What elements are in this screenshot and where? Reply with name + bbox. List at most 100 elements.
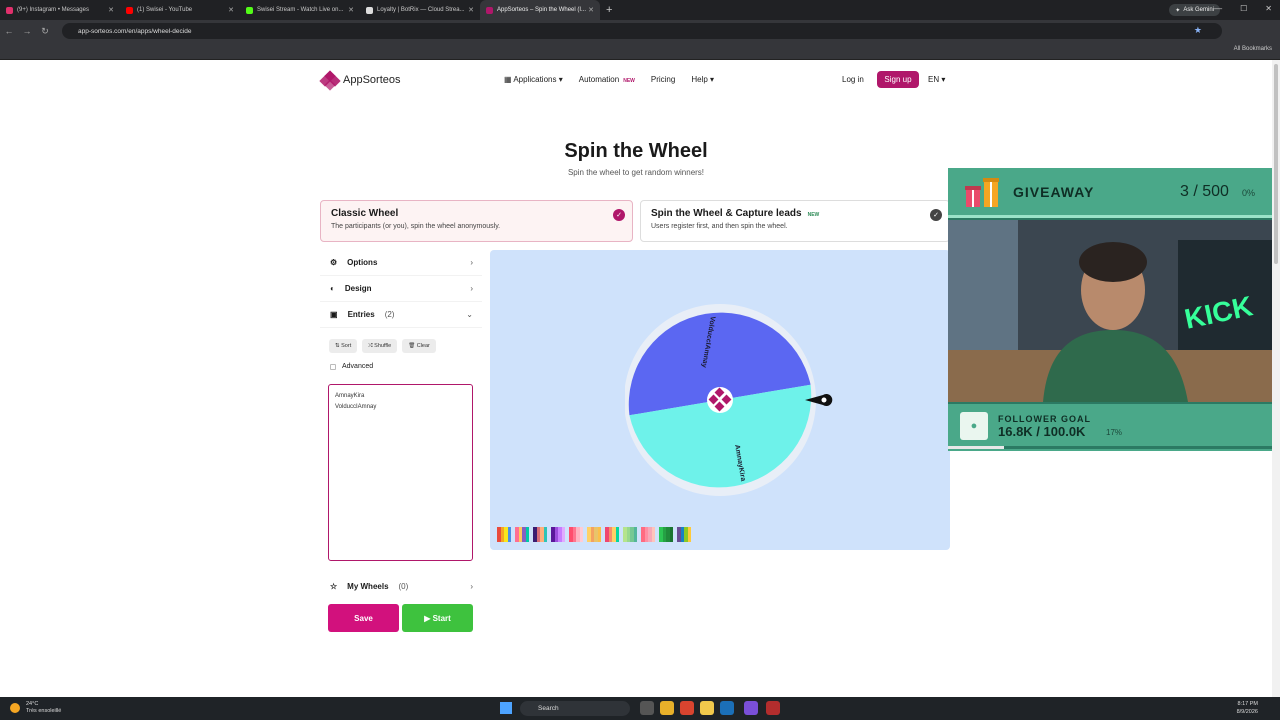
taskbar-search[interactable]: Search: [520, 701, 630, 716]
gemini-icon: ✦: [1175, 7, 1181, 14]
nav-pricing[interactable]: Pricing: [651, 75, 675, 84]
palette-swatch[interactable]: [551, 527, 565, 542]
palette-color: [615, 527, 619, 542]
color-palettes: [497, 527, 691, 542]
logo-icon: [319, 70, 341, 91]
windows-start-icon[interactable]: [500, 702, 512, 714]
tab-close-icon[interactable]: ✕: [468, 6, 474, 14]
close-window-icon[interactable]: ✕: [1265, 4, 1272, 13]
brave-icon[interactable]: [680, 701, 694, 715]
discord-icon[interactable]: [744, 701, 758, 715]
palette-swatch[interactable]: [515, 527, 529, 542]
tab-close-icon[interactable]: ✕: [228, 6, 234, 14]
palette-color: [561, 527, 565, 542]
palette-swatch[interactable]: [497, 527, 511, 542]
accordion-options[interactable]: ⚙ Options ›: [320, 250, 482, 276]
tab-favicon-icon: [246, 6, 253, 14]
tab-favicon-icon: [486, 6, 493, 14]
forward-icon[interactable]: →: [18, 26, 36, 36]
spin-wheel[interactable]: VolduccIAmnay AmnayKira: [625, 302, 835, 498]
palette-icon: ◐: [330, 284, 335, 293]
nav-applications[interactable]: ▦ Applications ▾: [504, 75, 563, 84]
tab-favicon-icon: [126, 6, 133, 14]
reload-icon[interactable]: ↻: [36, 26, 54, 37]
webcam-feed: KICK: [948, 220, 1280, 402]
palette-swatch[interactable]: [677, 527, 691, 542]
chrome-icon[interactable]: [660, 701, 674, 715]
browser-tabbar: (9+) Instagram • Messages ✕ (1) Swisei - Y…: [0, 0, 1280, 20]
nav-help[interactable]: Help ▾: [691, 75, 714, 84]
maximize-icon[interactable]: ☐: [1240, 4, 1247, 13]
browser-tab[interactable]: Loyalty | BotRix — Cloud Strea... ✕: [360, 0, 480, 20]
steam-icon[interactable]: [720, 701, 734, 715]
page-scrollbar-thumb[interactable]: [1274, 64, 1278, 264]
mode-classic-wheel[interactable]: Classic Wheel The participants (or you),…: [320, 200, 633, 242]
chevron-right-icon: ›: [470, 581, 473, 591]
task-view-icon[interactable]: [640, 701, 654, 715]
gift-icon: ▣: [330, 310, 338, 319]
appsorteos-logo[interactable]: AppSorteos: [319, 70, 400, 91]
palette-swatch[interactable]: [623, 527, 637, 542]
new-badge: NEW: [623, 78, 635, 84]
main-nav: ▦ Applications ▾ Automation NEW Pricing H…: [504, 75, 714, 84]
tab-close-icon[interactable]: ✕: [348, 6, 354, 14]
chevron-right-icon: ›: [470, 284, 473, 293]
browser-tab[interactable]: (9+) Instagram • Messages ✕: [0, 0, 120, 20]
address-bar-row: ← → ↻ app-sorteos.com/en/apps/wheel-deci…: [0, 20, 1280, 42]
palette-swatch[interactable]: [641, 527, 655, 542]
browser-tab[interactable]: AppSorteos – Spin the Wheel (I... ✕: [480, 0, 600, 20]
advanced-toggle[interactable]: Advanced: [330, 363, 373, 370]
all-bookmarks[interactable]: All Bookmarks: [1234, 46, 1272, 52]
start-button[interactable]: ▶ Start: [402, 604, 473, 632]
wheel-pointer-dot: [821, 397, 827, 403]
follower-goal-value: 16.8K / 100.0K: [998, 424, 1086, 439]
page-title: Spin the Wheel: [564, 140, 708, 162]
save-button[interactable]: Save: [328, 604, 399, 632]
signup-button[interactable]: Sign up: [877, 71, 919, 88]
login-link[interactable]: Log in: [842, 75, 864, 84]
entries-textarea[interactable]: [328, 384, 473, 561]
back-icon[interactable]: ←: [0, 26, 18, 36]
bookmark-star-icon[interactable]: ★: [1194, 25, 1202, 36]
gear-icon: ⚙: [330, 258, 338, 267]
file-explorer-icon[interactable]: [700, 701, 714, 715]
palette-color: [579, 527, 583, 542]
mode-desc: Users register first, and then spin the …: [651, 223, 788, 230]
new-tab-icon[interactable]: +: [606, 4, 612, 16]
palette-swatch[interactable]: [533, 527, 547, 542]
language-select[interactable]: EN ▾: [928, 75, 945, 84]
palette-swatch[interactable]: [587, 527, 601, 542]
accordion-entries[interactable]: ▣ Entries (2) ⌄: [320, 302, 482, 328]
user-icon: ●: [960, 412, 988, 440]
tab-favicon-icon: [6, 6, 13, 14]
palette-color: [651, 527, 655, 542]
minimize-icon[interactable]: —: [1214, 4, 1222, 13]
windows-taskbar: 24°C Très ensoleillé Search 8:17 PM 8/9/…: [0, 697, 1280, 720]
nav-automation[interactable]: Automation NEW: [579, 75, 635, 84]
url-bar[interactable]: app-sorteos.com/en/apps/wheel-decide: [62, 23, 1222, 39]
browser-tab[interactable]: (1) Swisei - YouTube ✕: [120, 0, 240, 20]
obs-icon[interactable]: [766, 701, 780, 715]
weather-widget[interactable]: 24°C Très ensoleillé: [10, 701, 61, 715]
ask-gemini-button[interactable]: ✦ Ask Gemini: [1169, 4, 1220, 16]
check-icon: ✓: [613, 209, 625, 221]
palette-swatch[interactable]: [659, 527, 673, 542]
shuffle-button[interactable]: ⤮ Shuffle: [362, 339, 398, 353]
chevron-down-icon: ▾: [710, 75, 715, 84]
accordion-my-wheels[interactable]: ☆ My Wheels (0) ›: [320, 573, 482, 599]
mode-capture-leads[interactable]: Spin the Wheel & Capture leads NEW Users …: [640, 200, 950, 242]
palette-swatch[interactable]: [605, 527, 619, 542]
browser-tab[interactable]: Swisei Stream - Watch Live on... ✕: [240, 0, 360, 20]
bookmarks-bar: All Bookmarks: [0, 42, 1280, 60]
tab-close-icon[interactable]: ✕: [588, 6, 594, 14]
advanced-checkbox[interactable]: [330, 363, 336, 370]
palette-swatch[interactable]: [569, 527, 583, 542]
weather-temp: 24°C: [26, 701, 39, 707]
taskbar-clock[interactable]: 8:17 PM 8/9/2026: [1237, 700, 1258, 716]
mode-desc: The participants (or you), spin the whee…: [331, 223, 501, 230]
sort-button[interactable]: ⇅ Sort: [329, 339, 358, 353]
tab-close-icon[interactable]: ✕: [108, 6, 114, 14]
giveaway-label: GIVEAWAY: [1013, 184, 1095, 200]
accordion-design[interactable]: ◐ Design ›: [320, 276, 482, 302]
clear-button[interactable]: 🗑 Clear: [402, 339, 436, 353]
